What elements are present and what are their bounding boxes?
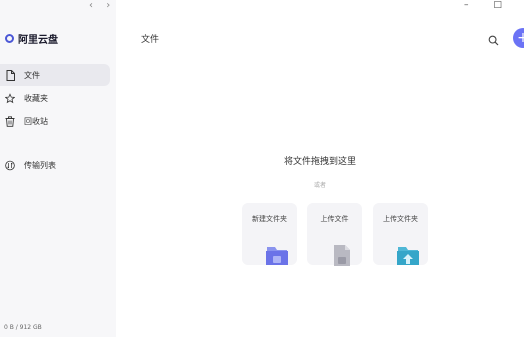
add-button[interactable]: + <box>513 28 524 48</box>
storage-usage: 0 B / 912 GB <box>4 324 42 331</box>
maximize-icon[interactable]: □ <box>493 0 502 10</box>
drop-zone-title: 将文件拖拽到这里 <box>283 157 356 167</box>
page-title: 文件 <box>141 35 160 45</box>
upload-file-button[interactable]: 上传文件 <box>307 203 362 267</box>
search-icon <box>488 35 499 46</box>
search-button[interactable] <box>488 31 499 46</box>
sidebar-item-label: 回收站 <box>24 116 48 126</box>
sidebar: ‹ › 阿里云盘 文件 收藏夹 回收站 传输列表 0 B / 912 GB <box>0 0 116 337</box>
trash-icon <box>5 115 15 127</box>
app-name: 阿里云盘 <box>18 35 58 46</box>
card-label: 新建文件夹 <box>252 215 287 223</box>
app-logo: 阿里云盘 <box>5 31 58 46</box>
sidebar-item-label: 收藏夹 <box>24 93 48 103</box>
new-folder-button[interactable]: 新建文件夹 <box>242 203 297 265</box>
new-folder-icon <box>263 243 291 267</box>
star-icon <box>5 92 15 104</box>
logo-icon <box>5 34 14 43</box>
drop-zone-or: 或者 <box>313 182 326 189</box>
upload-file-icon <box>328 243 356 267</box>
minimize-icon[interactable]: – <box>464 0 469 10</box>
card-label: 上传文件夹 <box>383 215 418 223</box>
file-icon <box>5 69 15 81</box>
forward-arrow-icon[interactable]: › <box>101 0 115 11</box>
history-nav: ‹ › <box>84 0 115 11</box>
plus-icon: + <box>517 30 524 46</box>
sidebar-item-label: 文件 <box>24 70 40 80</box>
sidebar-item-files[interactable]: 文件 <box>0 64 110 86</box>
sidebar-item-trash[interactable]: 回收站 <box>0 110 110 132</box>
back-arrow-icon[interactable]: ‹ <box>84 0 98 11</box>
window-controls: – □ <box>464 0 502 10</box>
upload-folder-icon <box>394 243 422 267</box>
card-label: 上传文件 <box>320 215 349 223</box>
upload-folder-button[interactable]: 上传文件夹 <box>373 203 428 265</box>
sidebar-item-favorites[interactable]: 收藏夹 <box>0 87 110 109</box>
